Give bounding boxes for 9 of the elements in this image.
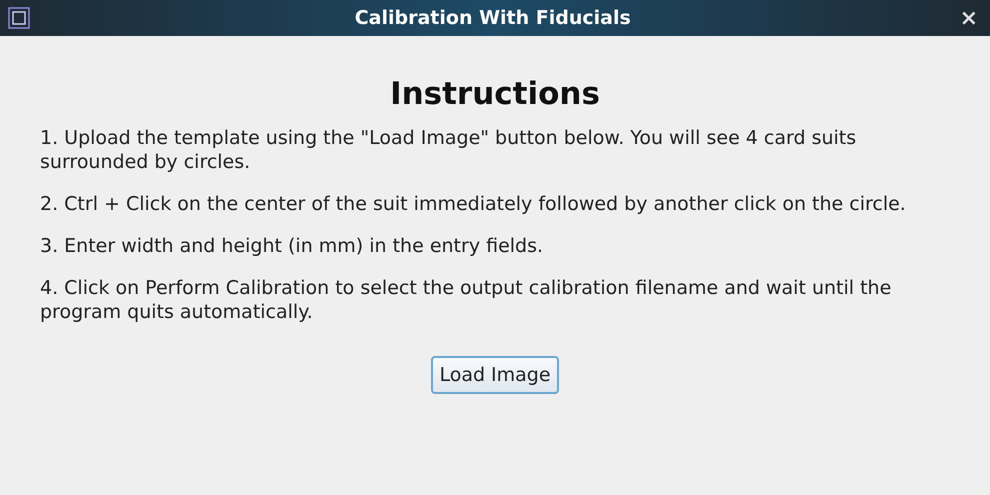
window-title: Calibration With Fiducials [354, 7, 632, 29]
instruction-text: 4. Click on Perform Calibration to select the output calibration filename and wait until the program quits automatically. [40, 276, 892, 324]
instruction-text: 2. Ctrl + Click on the center of the suit immediately followed by another click on the circle. [40, 192, 907, 216]
close-button[interactable]: × [956, 6, 982, 30]
heading: Instructions [389, 76, 601, 112]
instruction-text: 1. Upload the template using the "Load Image" button below. You will see 4 card suits surrounded by circles. [40, 126, 858, 174]
load-image-button[interactable]: Load Image [431, 356, 559, 394]
window-icon [8, 7, 30, 29]
instruction-text: 3. Enter width and height (in mm) in the entry fields. [40, 234, 544, 258]
